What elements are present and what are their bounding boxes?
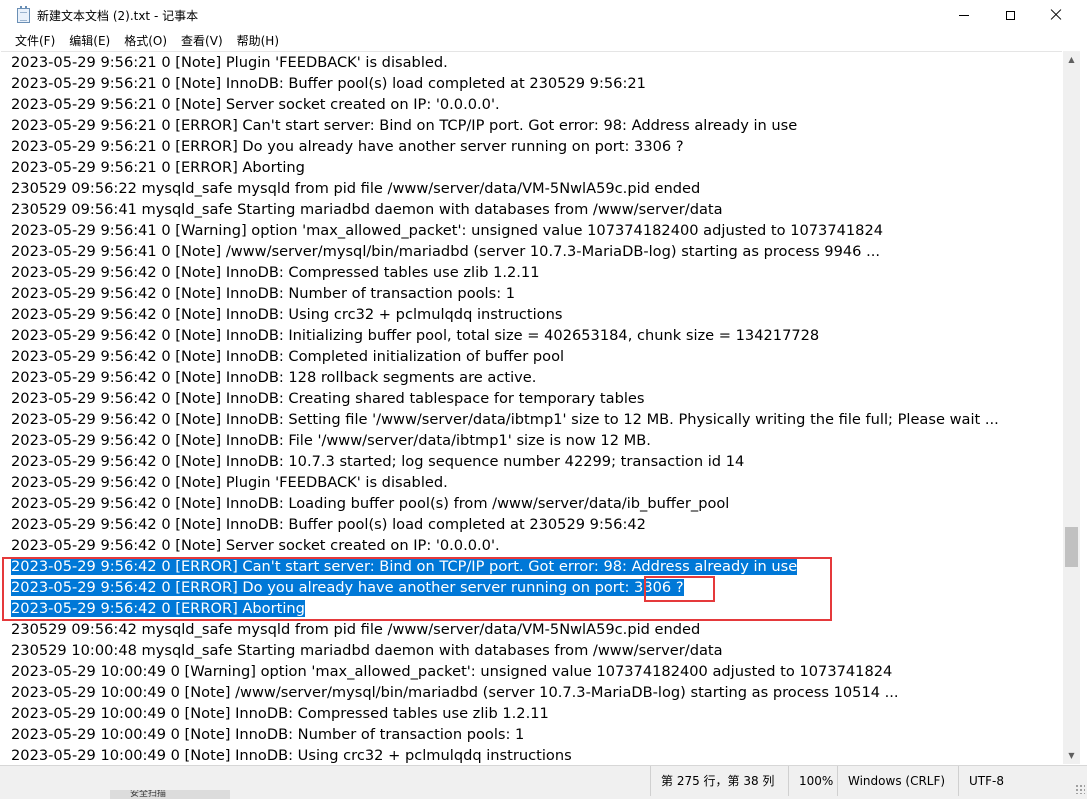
scrollbar-thumb[interactable]	[1065, 527, 1078, 567]
close-button[interactable]	[1033, 0, 1079, 30]
menu-view[interactable]: 查看(V)	[174, 31, 230, 51]
taskbar-fragment: 安全扫描	[110, 790, 230, 799]
menu-file[interactable]: 文件(F)	[8, 31, 62, 51]
resize-grip-icon[interactable]	[1075, 784, 1085, 794]
text-line[interactable]: 2023-05-29 9:56:42 0 [Note] InnoDB: 128 …	[11, 367, 999, 388]
minimize-button[interactable]	[941, 0, 987, 30]
text-line[interactable]: 2023-05-29 9:56:42 0 [Note] InnoDB: Comp…	[11, 346, 999, 367]
text-line-content: 2023-05-29 9:56:42 0 [Note] Plugin 'FEED…	[11, 474, 448, 491]
vertical-scrollbar[interactable]: ▲ ▼	[1063, 51, 1080, 764]
text-line[interactable]: 2023-05-29 9:56:21 0 [Note] Server socke…	[11, 94, 999, 115]
text-line[interactable]: 2023-05-29 9:56:41 0 [Note] /www/server/…	[11, 241, 999, 262]
text-line-content: 2023-05-29 10:00:49 0 [Note] InnoDB: Usi…	[11, 747, 572, 764]
text-line[interactable]: 2023-05-29 9:56:21 0 [Note] Plugin 'FEED…	[11, 52, 999, 73]
text-line-content: 2023-05-29 10:00:49 0 [Warning] option '…	[11, 663, 893, 680]
text-line-content: 2023-05-29 9:56:42 0 [Note] InnoDB: File…	[11, 432, 651, 449]
menu-edit[interactable]: 编辑(E)	[62, 31, 117, 51]
text-line-content: 2023-05-29 9:56:21 0 [Note] Plugin 'FEED…	[11, 54, 448, 71]
minimize-icon	[959, 14, 969, 16]
text-line-content: 2023-05-29 9:56:42 0 [Note] InnoDB: Comp…	[11, 264, 540, 281]
close-icon	[1050, 9, 1062, 21]
text-line[interactable]: 230529 09:56:41 mysqld_safe Starting mar…	[11, 199, 999, 220]
text-line-content: 2023-05-29 9:56:42 0 [Note] Server socke…	[11, 537, 500, 554]
text-line-content: 2023-05-29 9:56:41 0 [Warning] option 'm…	[11, 222, 884, 239]
menu-bar: 文件(F) 编辑(E) 格式(O) 查看(V) 帮助(H)	[0, 31, 1087, 51]
text-line[interactable]: 2023-05-29 9:56:42 0 [Note] InnoDB: Usin…	[11, 304, 999, 325]
text-line-content: 2023-05-29 9:56:21 0 [Note] InnoDB: Buff…	[11, 75, 646, 92]
text-line[interactable]: 2023-05-29 9:56:21 0 [ERROR] Aborting	[11, 157, 999, 178]
text-line[interactable]: 2023-05-29 9:56:41 0 [Warning] option 'm…	[11, 220, 999, 241]
text-line[interactable]: 2023-05-29 9:56:42 0 [Note] InnoDB: Comp…	[11, 262, 999, 283]
text-line[interactable]: 230529 10:00:48 mysqld_safe Starting mar…	[11, 640, 999, 661]
text-line-content: 2023-05-29 9:56:42 0 [Note] InnoDB: 128 …	[11, 369, 537, 386]
title-bar: 新建文本文档 (2).txt - 记事本	[0, 0, 1087, 30]
line-ending: Windows (CRLF)	[837, 766, 958, 796]
text-line-content: 2023-05-29 9:56:21 0 [ERROR] Aborting	[11, 159, 305, 176]
text-line-content: 2023-05-29 9:56:41 0 [Note] /www/server/…	[11, 243, 880, 260]
text-line[interactable]: 2023-05-29 9:56:42 0 [Note] InnoDB: Numb…	[11, 283, 999, 304]
text-line[interactable]: 2023-05-29 9:56:42 0 [Note] InnoDB: Buff…	[11, 514, 999, 535]
text-line-content: 2023-05-29 9:56:42 0 [Note] InnoDB: Load…	[11, 495, 730, 512]
menu-format[interactable]: 格式(O)	[117, 31, 174, 51]
text-line-content: 230529 09:56:42 mysqld_safe mysqld from …	[11, 621, 701, 638]
text-line[interactable]: 230529 09:56:22 mysqld_safe mysqld from …	[11, 178, 999, 199]
maximize-button[interactable]	[987, 0, 1033, 30]
text-line[interactable]: 2023-05-29 9:56:42 0 [Note] InnoDB: Sett…	[11, 409, 999, 430]
window-title: 新建文本文档 (2).txt - 记事本	[37, 9, 199, 23]
text-line[interactable]: 2023-05-29 9:56:42 0 [Note] InnoDB: Load…	[11, 493, 999, 514]
text-line-content: 2023-05-29 10:00:49 0 [Note] /www/server…	[11, 684, 899, 701]
text-line[interactable]: 2023-05-29 9:56:21 0 [ERROR] Do you alre…	[11, 136, 999, 157]
text-line[interactable]: 2023-05-29 10:00:49 0 [Note] InnoDB: Num…	[11, 724, 999, 745]
encoding: UTF-8	[958, 766, 1087, 796]
text-line[interactable]: 2023-05-29 9:56:42 0 [Note] InnoDB: Init…	[11, 325, 999, 346]
text-line-content: 230529 10:00:48 mysqld_safe Starting mar…	[11, 642, 723, 659]
text-editor[interactable]: 2023-05-29 9:56:21 0 [Note] Plugin 'FEED…	[1, 51, 1062, 765]
text-line-content: 2023-05-29 9:56:42 0 [Note] InnoDB: 10.7…	[11, 453, 745, 470]
text-line-content: 2023-05-29 10:00:49 0 [Note] InnoDB: Com…	[11, 705, 549, 722]
text-line[interactable]: 2023-05-29 9:56:42 0 [Note] InnoDB: Crea…	[11, 388, 999, 409]
text-line-content: 2023-05-29 9:56:42 0 [Note] InnoDB: Sett…	[11, 411, 999, 428]
text-line-content: 2023-05-29 9:56:21 0 [Note] Server socke…	[11, 96, 500, 113]
text-content[interactable]: 2023-05-29 9:56:21 0 [Note] Plugin 'FEED…	[11, 52, 999, 765]
text-line-content: 2023-05-29 10:00:49 0 [Note] InnoDB: Num…	[11, 726, 525, 743]
text-line-content: 2023-05-29 9:56:42 0 [Note] InnoDB: Numb…	[11, 285, 516, 302]
text-line[interactable]: 2023-05-29 9:56:42 0 [Note] Plugin 'FEED…	[11, 472, 999, 493]
cursor-position: 第 275 行，第 38 列	[650, 766, 788, 796]
text-line[interactable]: 2023-05-29 10:00:49 0 [Note] InnoDB: Com…	[11, 703, 999, 724]
text-line[interactable]: 2023-05-29 9:56:21 0 [Note] InnoDB: Buff…	[11, 73, 999, 94]
text-line[interactable]: 2023-05-29 9:56:42 0 [Note] InnoDB: File…	[11, 430, 999, 451]
notepad-window: 新建文本文档 (2).txt - 记事本 文件(F) 编辑(E) 格式(O) 查…	[0, 0, 1087, 799]
text-line[interactable]: 230529 09:56:42 mysqld_safe mysqld from …	[11, 619, 999, 640]
text-line[interactable]: 2023-05-29 10:00:49 0 [Note] InnoDB: Usi…	[11, 745, 999, 765]
text-line-content: 2023-05-29 9:56:21 0 [ERROR] Do you alre…	[11, 138, 684, 155]
text-line[interactable]: 2023-05-29 9:56:42 0 [Note] InnoDB: 10.7…	[11, 451, 999, 472]
text-line-content: 230529 09:56:41 mysqld_safe Starting mar…	[11, 201, 723, 218]
text-line[interactable]: 2023-05-29 10:00:49 0 [Note] /www/server…	[11, 682, 999, 703]
text-line-content: 230529 09:56:22 mysqld_safe mysqld from …	[11, 180, 701, 197]
text-line[interactable]: 2023-05-29 9:56:42 0 [Note] Server socke…	[11, 535, 999, 556]
text-line[interactable]: 2023-05-29 9:56:21 0 [ERROR] Can't start…	[11, 115, 999, 136]
notepad-app-icon	[17, 6, 30, 23]
text-line[interactable]: 2023-05-29 10:00:49 0 [Warning] option '…	[11, 661, 999, 682]
text-line-content: 2023-05-29 9:56:42 0 [Note] InnoDB: Usin…	[11, 306, 563, 323]
text-line-content: 2023-05-29 9:56:42 0 [Note] InnoDB: Crea…	[11, 390, 645, 407]
text-line-content: 2023-05-29 9:56:42 0 [Note] InnoDB: Init…	[11, 327, 820, 344]
zoom-level: 100%	[788, 766, 837, 796]
menu-help[interactable]: 帮助(H)	[230, 31, 286, 51]
scroll-up-arrow-icon[interactable]: ▲	[1063, 51, 1080, 68]
text-line-content: 2023-05-29 9:56:42 0 [Note] InnoDB: Buff…	[11, 516, 646, 533]
scroll-down-arrow-icon[interactable]: ▼	[1063, 747, 1080, 764]
text-line-content: 2023-05-29 9:56:42 0 [Note] InnoDB: Comp…	[11, 348, 565, 365]
maximize-icon	[1005, 10, 1015, 20]
port-highlight-box	[644, 576, 715, 602]
text-line-content: 2023-05-29 9:56:21 0 [ERROR] Can't start…	[11, 117, 798, 134]
